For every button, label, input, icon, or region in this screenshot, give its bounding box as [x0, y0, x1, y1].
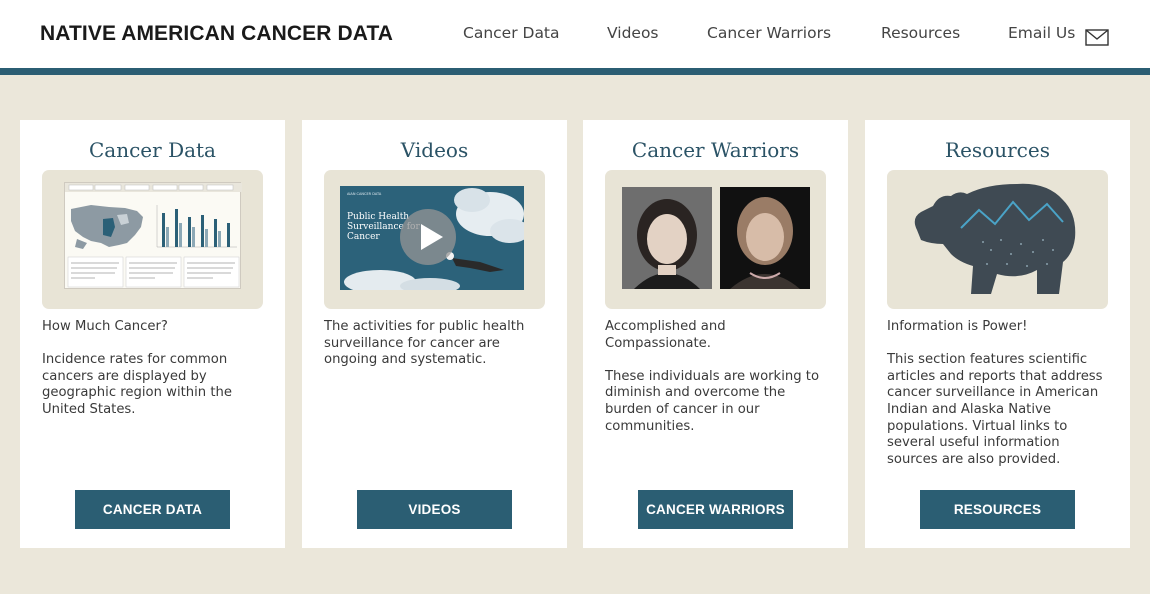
portrait-photo-1	[622, 187, 712, 289]
site-header: NATIVE AMERICAN CANCER DATA Cancer Data …	[0, 0, 1150, 68]
us-map-bar-chart-thumbnail[interactable]	[42, 170, 263, 309]
card-title: Cancer Warriors	[631, 138, 800, 162]
resources-button[interactable]: RESOURCES	[920, 490, 1075, 529]
card-description: The activities for public health surveil…	[324, 319, 525, 368]
nav-email-us[interactable]: Email Us	[1008, 24, 1075, 42]
bear-thumbnail[interactable]	[887, 170, 1108, 309]
cancer-warriors-button[interactable]: CANCER WARRIORS	[638, 490, 793, 529]
card-description: Information is Power! This section featu…	[887, 319, 1103, 467]
portrait-photo-2	[720, 187, 810, 289]
bear-icon	[914, 183, 1076, 294]
play-icon[interactable]	[400, 209, 456, 265]
map-chart-illustration	[65, 183, 242, 288]
cancer-data-button[interactable]: CANCER DATA	[75, 490, 230, 529]
card-title: Cancer Data	[89, 138, 216, 162]
portrait-photos[interactable]	[605, 170, 826, 309]
card-title: Resources	[945, 138, 1050, 162]
video-frame[interactable]: AIAN CANCER DATA Public Health Surveilla…	[340, 186, 524, 290]
card-cancer-warriors: Cancer Warriors Accomplished and Compass…	[583, 120, 848, 548]
card-videos: Videos AIAN CANCER DATA Public Health Su…	[302, 120, 567, 548]
nav-videos[interactable]: Videos	[607, 24, 659, 42]
card-cancer-data: Cancer Data How Much Cancer? Incidence r…	[20, 120, 285, 548]
card-description: How Much Cancer? Incidence rates for com…	[42, 319, 232, 417]
envelope-icon[interactable]	[1085, 29, 1109, 46]
card-description: Accomplished and Compassionate. These in…	[605, 319, 820, 434]
videos-button[interactable]: VIDEOS	[357, 490, 512, 529]
nav-cancer-warriors[interactable]: Cancer Warriors	[707, 24, 831, 42]
site-logo[interactable]: NATIVE AMERICAN CANCER DATA	[40, 22, 393, 46]
video-label: AIAN CANCER DATA	[347, 192, 382, 196]
header-accent-bar	[0, 68, 1150, 75]
card-title: Videos	[400, 138, 469, 162]
video-thumbnail[interactable]: AIAN CANCER DATA Public Health Surveilla…	[324, 170, 545, 309]
nav-cancer-data[interactable]: Cancer Data	[463, 24, 560, 42]
nav-resources[interactable]: Resources	[881, 24, 960, 42]
card-resources: Resources Information is Power! This sec…	[865, 120, 1130, 548]
